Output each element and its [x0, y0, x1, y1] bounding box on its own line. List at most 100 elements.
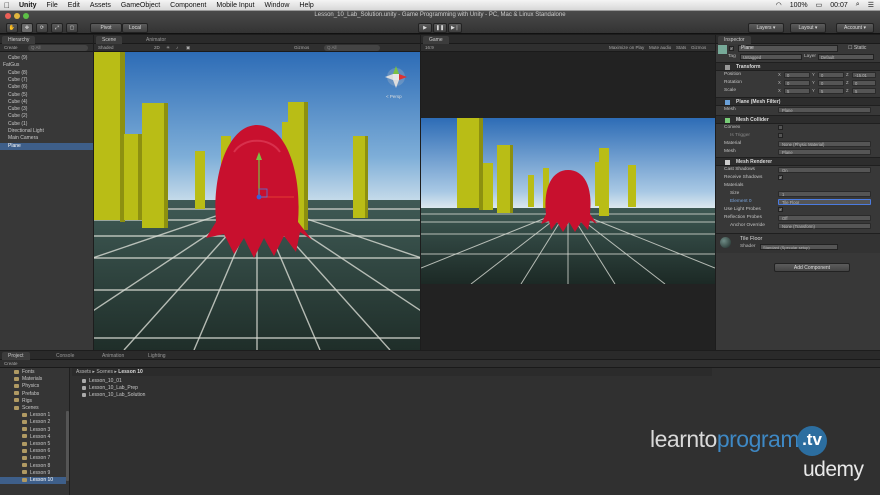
project-folder[interactable]: Lesson 1 — [22, 412, 50, 419]
add-component-button[interactable]: Add Component — [774, 263, 850, 272]
hand-tool-button[interactable]: ✋ — [6, 23, 18, 33]
menu-unity[interactable]: Unity — [19, 2, 37, 9]
project-folder[interactable]: Lesson 3 — [22, 427, 50, 434]
pause-button[interactable]: ❚❚ — [433, 23, 447, 33]
rotation-x[interactable]: 0 — [784, 80, 810, 86]
rect-tool-button[interactable]: ▢ — [66, 23, 78, 33]
wifi-icon[interactable]: ◠ — [776, 1, 782, 9]
menu-file[interactable]: File — [47, 2, 58, 9]
breadcrumb-assets[interactable]: Assets — [76, 369, 91, 375]
project-folder[interactable]: Fonts — [14, 369, 35, 376]
materials-row[interactable]: Materials — [716, 182, 880, 190]
menu-gameobject[interactable]: GameObject — [121, 2, 160, 9]
scene-file-item[interactable]: Lesson_10_Lab_Prep — [82, 385, 138, 391]
hierarchy-item[interactable]: FatGus — [3, 62, 19, 69]
tag-dropdown[interactable]: Untagged — [740, 54, 802, 60]
persp-label[interactable]: < Persp — [386, 94, 402, 99]
mesh-filter-header[interactable]: Plane (Mesh Filter) — [716, 97, 880, 106]
mute-toggle[interactable]: Mute audio — [649, 44, 671, 52]
hierarchy-item[interactable]: Cube (2) — [8, 113, 27, 120]
mesh-filter-value[interactable]: Plane — [778, 107, 871, 113]
menu-assets[interactable]: Assets — [90, 2, 111, 9]
layout-dropdown[interactable]: Layout ▾ — [790, 23, 826, 33]
breadcrumb-lesson10[interactable]: Lesson 10 — [118, 369, 142, 375]
tab-console[interactable]: Console — [50, 352, 80, 360]
tab-hierarchy[interactable]: Hierarchy — [2, 36, 36, 44]
effects-toggle-icon[interactable]: ▣ — [186, 44, 190, 52]
search-icon[interactable]: ⌕ — [856, 1, 860, 9]
light-toggle-icon[interactable]: ☀ — [166, 44, 170, 52]
size-field[interactable]: 1 — [778, 191, 871, 197]
layers-dropdown[interactable]: Layers ▾ — [748, 23, 784, 33]
mesh-renderer-header[interactable]: Mesh Renderer — [716, 157, 880, 166]
scene-file-item[interactable]: Lesson_10_01 — [82, 378, 122, 384]
project-folder[interactable]: Prefabs — [14, 391, 39, 398]
rotation-z[interactable]: 0 — [852, 80, 876, 86]
hierarchy-item[interactable]: Cube (5) — [8, 92, 27, 99]
move-tool-button[interactable]: ✥ — [21, 23, 33, 33]
light-probes-checkbox[interactable]: ✓ — [778, 207, 783, 212]
hierarchy-item[interactable]: Main Camera — [8, 135, 38, 142]
folder-tree-scrollbar[interactable] — [66, 411, 69, 481]
hierarchy-item[interactable]: Plane — [0, 142, 93, 150]
hierarchy-item[interactable]: Cube (9) — [8, 55, 27, 62]
step-button[interactable]: ▶❘ — [448, 23, 462, 33]
anchor-override-field[interactable]: None (Transform) — [778, 223, 871, 229]
audio-toggle-icon[interactable]: ♪ — [176, 44, 178, 52]
position-z[interactable]: -15.01 — [852, 72, 876, 78]
object-name-field[interactable]: Plane — [738, 45, 838, 52]
scale-z[interactable]: 5 — [852, 88, 876, 94]
hierarchy-item[interactable]: Cube (1) — [8, 121, 27, 128]
project-folder[interactable]: Lesson 5 — [22, 441, 50, 448]
tab-inspector[interactable]: Inspector — [718, 36, 751, 44]
hierarchy-item[interactable]: Directional Light — [8, 128, 44, 135]
scale-y[interactable]: 5 — [818, 88, 844, 94]
layer-dropdown[interactable]: Default — [818, 54, 874, 60]
active-checkbox[interactable]: ✓ — [729, 46, 734, 51]
collider-mesh-field[interactable]: Plane — [778, 149, 871, 155]
account-dropdown[interactable]: Account ▾ — [836, 23, 874, 33]
menu-window[interactable]: Window — [265, 2, 290, 9]
hierarchy-create-button[interactable]: Create — [4, 44, 18, 52]
transform-header[interactable]: Transform — [716, 62, 880, 71]
apple-icon[interactable]:  — [4, 1, 10, 10]
tab-lighting[interactable]: Lighting — [142, 352, 172, 360]
project-folder[interactable]: Lesson 4 — [22, 434, 50, 441]
menu-mobile-input[interactable]: Mobile Input — [216, 2, 254, 9]
project-folder[interactable]: Physics — [14, 383, 39, 390]
pivot-button[interactable]: Pivot — [90, 23, 122, 33]
menu-edit[interactable]: Edit — [68, 2, 80, 9]
convex-checkbox[interactable] — [778, 125, 783, 130]
menu-component[interactable]: Component — [170, 2, 206, 9]
tab-scene[interactable]: Scene — [96, 36, 123, 44]
menu-help[interactable]: Help — [299, 2, 313, 9]
shader-dropdown[interactable]: Standard (Specular setup) — [760, 244, 838, 250]
hierarchy-item[interactable]: Cube (7) — [8, 77, 27, 84]
game-viewport[interactable] — [421, 118, 715, 284]
hierarchy-item[interactable]: Cube (6) — [8, 84, 27, 91]
scene-file-item[interactable]: Lesson_10_Lab_Solution — [82, 392, 145, 398]
static-toggle[interactable]: ☐ Static — [848, 45, 866, 51]
stats-toggle[interactable]: Stats — [676, 44, 686, 52]
aspect-dropdown[interactable]: 16:9 — [425, 44, 434, 52]
hierarchy-item[interactable]: Cube (3) — [8, 106, 27, 113]
gizmos-dropdown[interactable]: Gizmos — [294, 44, 309, 52]
battery-icon[interactable]: ▭ — [816, 1, 823, 9]
hierarchy-item[interactable]: Cube (4) — [8, 99, 27, 106]
scale-x[interactable]: 5 — [784, 88, 810, 94]
breadcrumb-scenes[interactable]: Scenes — [96, 369, 113, 375]
reflection-probes-dropdown[interactable]: Off — [778, 215, 871, 221]
game-gizmos-dropdown[interactable]: Gizmos — [691, 44, 706, 52]
position-y[interactable]: 0 — [818, 72, 844, 78]
project-folder[interactable]: Lesson 10 — [0, 477, 66, 484]
tab-animation[interactable]: Animation — [96, 352, 130, 360]
project-create-button[interactable]: Create — [4, 360, 18, 368]
scale-tool-button[interactable]: ⤢ — [51, 23, 63, 33]
position-x[interactable]: 0 — [784, 72, 810, 78]
project-folder[interactable]: Lesson 2 — [22, 419, 50, 426]
rotation-y[interactable]: 0 — [818, 80, 844, 86]
tab-project[interactable]: Project — [2, 352, 30, 360]
project-folder[interactable]: Materials — [14, 376, 42, 383]
rotate-tool-button[interactable]: ⟳ — [36, 23, 48, 33]
is-trigger-checkbox[interactable] — [778, 133, 783, 138]
